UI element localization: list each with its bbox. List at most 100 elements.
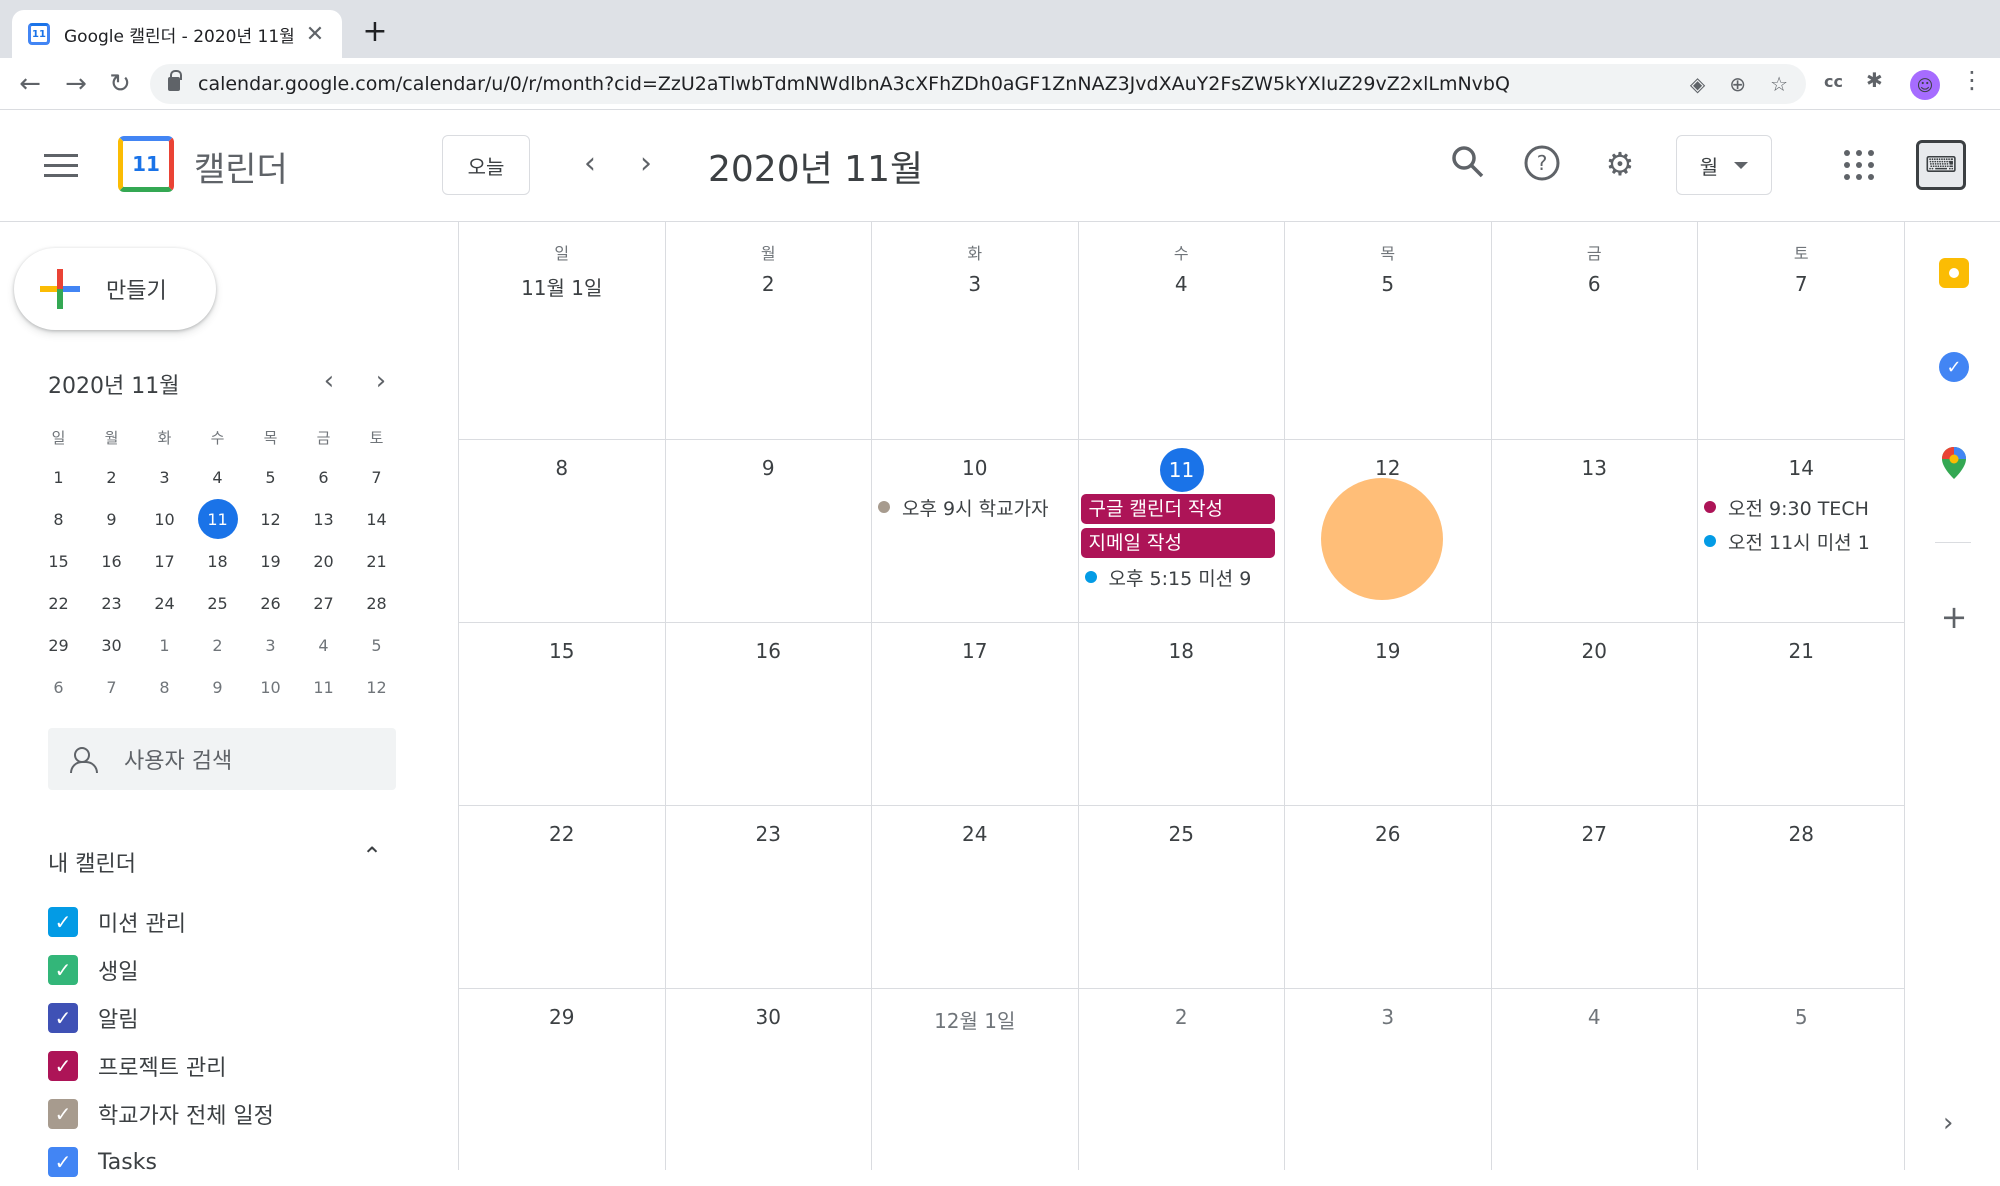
puzzle-extensions-icon[interactable]: ✱ bbox=[1866, 68, 1883, 92]
day-cell[interactable]: 23 bbox=[666, 806, 872, 988]
day-cell[interactable]: 3 bbox=[1285, 989, 1492, 1170]
day-cell[interactable]: 월 2 bbox=[666, 222, 872, 439]
mini-prev-month-icon[interactable]: ‹ bbox=[314, 366, 344, 396]
day-number[interactable]: 10 bbox=[872, 456, 1078, 480]
day-cell[interactable]: 28 bbox=[1698, 806, 1905, 988]
day-number[interactable]: 11월 1일 bbox=[459, 272, 665, 301]
day-cell[interactable]: 14 오전 9:30 TECH 오전 11시 미션 1 bbox=[1698, 440, 1905, 622]
event-chip[interactable]: 지메일 작성 bbox=[1080, 528, 1275, 558]
google-apps-icon[interactable] bbox=[1844, 150, 1874, 180]
mini-day[interactable]: 3 bbox=[138, 456, 191, 498]
add-addon-icon[interactable]: + bbox=[1939, 598, 1969, 636]
day-number[interactable]: 15 bbox=[459, 639, 665, 663]
day-number[interactable]: 26 bbox=[1285, 822, 1491, 846]
mini-day[interactable]: 19 bbox=[244, 540, 297, 582]
day-cell[interactable]: 22 bbox=[459, 806, 666, 988]
calendar-item[interactable]: ✓ 생일 bbox=[48, 946, 274, 994]
day-cell[interactable]: 24 bbox=[872, 806, 1079, 988]
help-icon[interactable]: ? bbox=[1522, 144, 1562, 184]
next-month-icon[interactable]: › bbox=[628, 146, 664, 181]
mini-day[interactable]: 9 bbox=[85, 498, 138, 540]
chevron-up-icon[interactable]: ⌃ bbox=[362, 842, 382, 870]
mini-day[interactable]: 4 bbox=[297, 624, 350, 666]
day-cell[interactable]: 11 구글 캘린더 작성 지메일 작성 오후 5:15 미션 9 bbox=[1079, 440, 1285, 622]
day-cell[interactable]: 수 4 bbox=[1079, 222, 1285, 439]
checkbox-checked-icon[interactable]: ✓ bbox=[48, 1099, 78, 1129]
search-icon[interactable] bbox=[1448, 144, 1488, 184]
mini-day[interactable]: 25 bbox=[191, 582, 244, 624]
day-cell[interactable]: 5 bbox=[1698, 989, 1905, 1170]
day-cell[interactable]: 15 bbox=[459, 623, 666, 805]
day-cell[interactable]: 4 bbox=[1492, 989, 1698, 1170]
day-number[interactable]: 3 bbox=[872, 272, 1078, 296]
calendar-item[interactable]: ✓ 프로젝트 관리 bbox=[48, 1042, 274, 1090]
chevron-right-icon[interactable]: › bbox=[1943, 1108, 1953, 1138]
day-number[interactable]: 20 bbox=[1492, 639, 1698, 663]
people-search-input[interactable]: 사용자 검색 bbox=[48, 728, 396, 790]
reload-icon[interactable]: ↻ bbox=[102, 66, 138, 102]
day-cell[interactable]: 27 bbox=[1492, 806, 1698, 988]
new-tab-icon[interactable]: + bbox=[360, 14, 390, 49]
day-cell[interactable]: 26 bbox=[1285, 806, 1492, 988]
day-number[interactable]: 25 bbox=[1079, 822, 1285, 846]
mini-day[interactable]: 7 bbox=[85, 666, 138, 708]
day-number[interactable]: 23 bbox=[666, 822, 872, 846]
day-number[interactable]: 21 bbox=[1698, 639, 1905, 663]
day-number[interactable]: 8 bbox=[459, 456, 665, 480]
day-cell[interactable]: 화 3 bbox=[872, 222, 1079, 439]
mini-day[interactable]: 7 bbox=[350, 456, 403, 498]
mini-day[interactable]: 1 bbox=[32, 456, 85, 498]
mini-day[interactable]: 27 bbox=[297, 582, 350, 624]
my-calendars-title[interactable]: 내 캘린더 bbox=[48, 846, 136, 878]
mini-day[interactable]: 20 bbox=[297, 540, 350, 582]
checkbox-checked-icon[interactable]: ✓ bbox=[48, 907, 78, 937]
mini-day[interactable]: 16 bbox=[85, 540, 138, 582]
browser-menu-icon[interactable]: ⋮ bbox=[1960, 66, 1984, 94]
event-item[interactable]: 오후 5:15 미션 9 bbox=[1084, 562, 1281, 592]
day-number[interactable]: 6 bbox=[1492, 272, 1698, 296]
mini-day[interactable]: 12 bbox=[350, 666, 403, 708]
mini-day[interactable]: 17 bbox=[138, 540, 191, 582]
day-cell[interactable]: 29 bbox=[459, 989, 666, 1170]
account-avatar[interactable]: ⌨ bbox=[1916, 140, 1966, 190]
cc-extension-icon[interactable]: cc bbox=[1824, 72, 1843, 91]
mini-day[interactable]: 6 bbox=[297, 456, 350, 498]
day-number[interactable]: 24 bbox=[872, 822, 1078, 846]
checkbox-checked-icon[interactable]: ✓ bbox=[48, 1147, 78, 1177]
create-button[interactable]: 만들기 bbox=[14, 248, 216, 330]
mini-day[interactable]: 8 bbox=[138, 666, 191, 708]
mini-day[interactable]: 6 bbox=[32, 666, 85, 708]
mini-day[interactable]: 26 bbox=[244, 582, 297, 624]
keep-icon[interactable] bbox=[1939, 258, 1969, 288]
calendar-item[interactable]: ✓ Tasks bbox=[48, 1138, 274, 1186]
day-number[interactable]: 18 bbox=[1079, 639, 1285, 663]
mini-day[interactable]: 10 bbox=[244, 666, 297, 708]
day-number[interactable]: 12 bbox=[1285, 456, 1491, 480]
day-cell[interactable]: 20 bbox=[1492, 623, 1698, 805]
day-cell[interactable]: 일 11월 1일 bbox=[459, 222, 666, 439]
mini-day[interactable]: 4 bbox=[191, 456, 244, 498]
day-number[interactable]: 22 bbox=[459, 822, 665, 846]
day-cell[interactable]: 25 bbox=[1079, 806, 1285, 988]
main-menu-icon[interactable] bbox=[44, 154, 78, 178]
day-number[interactable]: 3 bbox=[1285, 1005, 1491, 1029]
mini-next-month-icon[interactable]: › bbox=[366, 366, 396, 396]
day-cell[interactable]: 8 bbox=[459, 440, 666, 622]
day-number[interactable]: 2 bbox=[666, 272, 872, 296]
day-cell[interactable]: 금 6 bbox=[1492, 222, 1698, 439]
mini-day[interactable]: 21 bbox=[350, 540, 403, 582]
extension-eye-icon[interactable]: ◈ bbox=[1690, 72, 1705, 96]
browser-tab[interactable]: 11 Google 캘린더 - 2020년 11월 ✕ bbox=[12, 10, 342, 58]
checkbox-checked-icon[interactable]: ✓ bbox=[48, 1051, 78, 1081]
mini-day[interactable]: 5 bbox=[350, 624, 403, 666]
mini-day[interactable]: 12 bbox=[244, 498, 297, 540]
day-number[interactable]: 13 bbox=[1492, 456, 1698, 480]
calendar-item[interactable]: ✓ 미션 관리 bbox=[48, 898, 274, 946]
mini-day[interactable]: 2 bbox=[191, 624, 244, 666]
mini-day[interactable]: 29 bbox=[32, 624, 85, 666]
mini-day[interactable]: 10 bbox=[138, 498, 191, 540]
day-number[interactable]: 17 bbox=[872, 639, 1078, 663]
address-bar[interactable]: calendar.google.com/calendar/u/0/r/month… bbox=[150, 64, 1806, 104]
day-cell[interactable]: 13 bbox=[1492, 440, 1698, 622]
day-cell[interactable]: 토 7 bbox=[1698, 222, 1905, 439]
